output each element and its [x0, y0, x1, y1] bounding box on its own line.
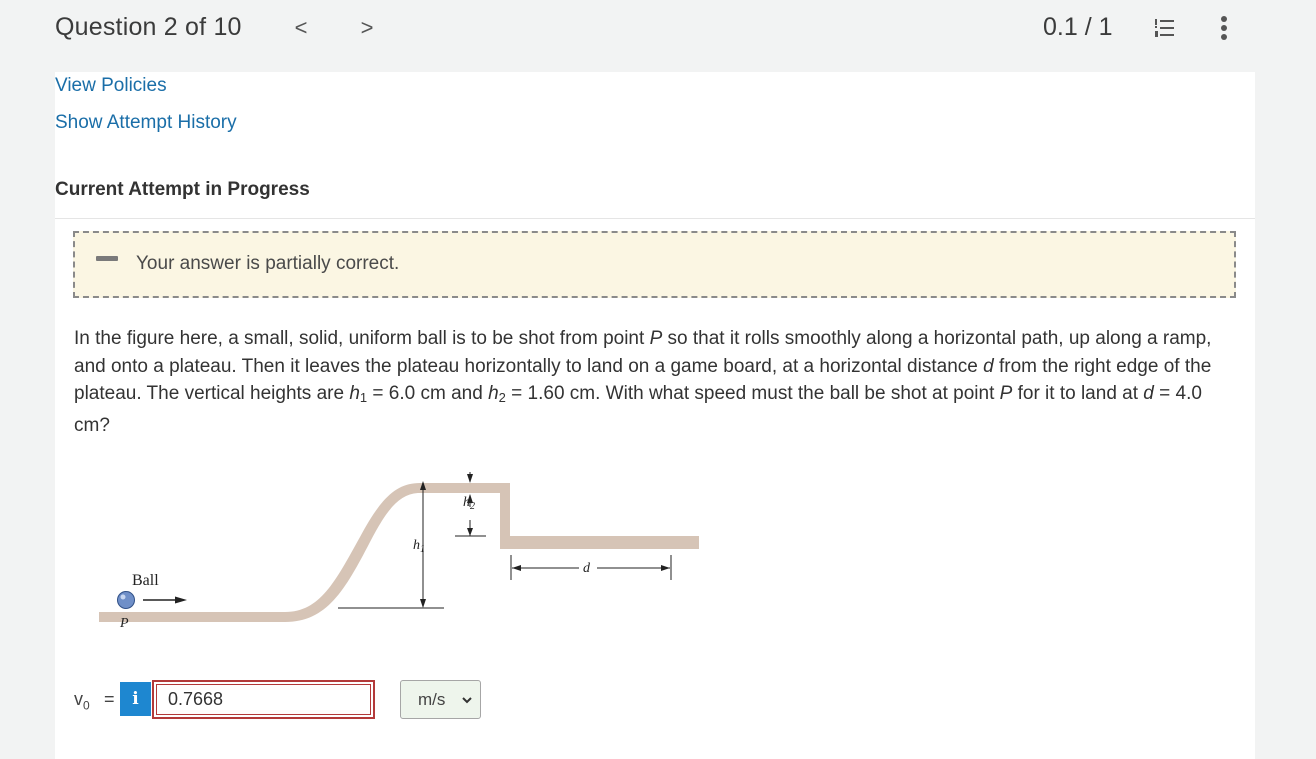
d-label: d: [583, 561, 591, 576]
answer-input[interactable]: [152, 680, 375, 719]
feedback-message: Your answer is partially correct.: [136, 253, 400, 274]
top-bar: Question 2 of 10 < > 0.1 / 1: [0, 0, 1316, 72]
track: [99, 483, 699, 622]
ball: [117, 591, 135, 609]
equals-sign: =: [104, 689, 115, 709]
unit-selected: m/s: [418, 690, 446, 709]
score-display: 0.1 / 1: [1043, 13, 1113, 41]
view-policies-link[interactable]: View Policies: [55, 75, 167, 97]
answer-row: v0 = i m/s: [74, 680, 494, 720]
chevron-down-icon: [462, 697, 472, 704]
vertical-ellipsis-icon[interactable]: [1216, 14, 1232, 42]
question-panel: View Policies Show Attempt History Curre…: [55, 72, 1255, 759]
unit-select[interactable]: m/s: [400, 680, 481, 719]
divider: [55, 218, 1255, 219]
attempt-history-link[interactable]: Show Attempt History: [55, 112, 237, 134]
partial-correct-icon: [96, 256, 118, 261]
info-icon[interactable]: i: [120, 682, 151, 716]
previous-question-button[interactable]: <: [289, 14, 313, 42]
h2-label: h2: [463, 495, 475, 512]
problem-statement: In the figure here, a small, solid, unif…: [74, 328, 1212, 436]
numbered-list-icon[interactable]: [1152, 16, 1176, 40]
ball-label: Ball: [132, 572, 159, 589]
feedback-box: Your answer is partially correct.: [73, 231, 1236, 298]
attempt-heading: Current Attempt in Progress: [55, 179, 310, 200]
ramp-figure: Ball P h1 h2 d: [99, 472, 699, 631]
answer-variable: v0: [74, 689, 90, 713]
next-question-button[interactable]: >: [355, 14, 379, 42]
point-p-label: P: [119, 616, 129, 631]
question-counter: Question 2 of 10: [55, 13, 242, 41]
